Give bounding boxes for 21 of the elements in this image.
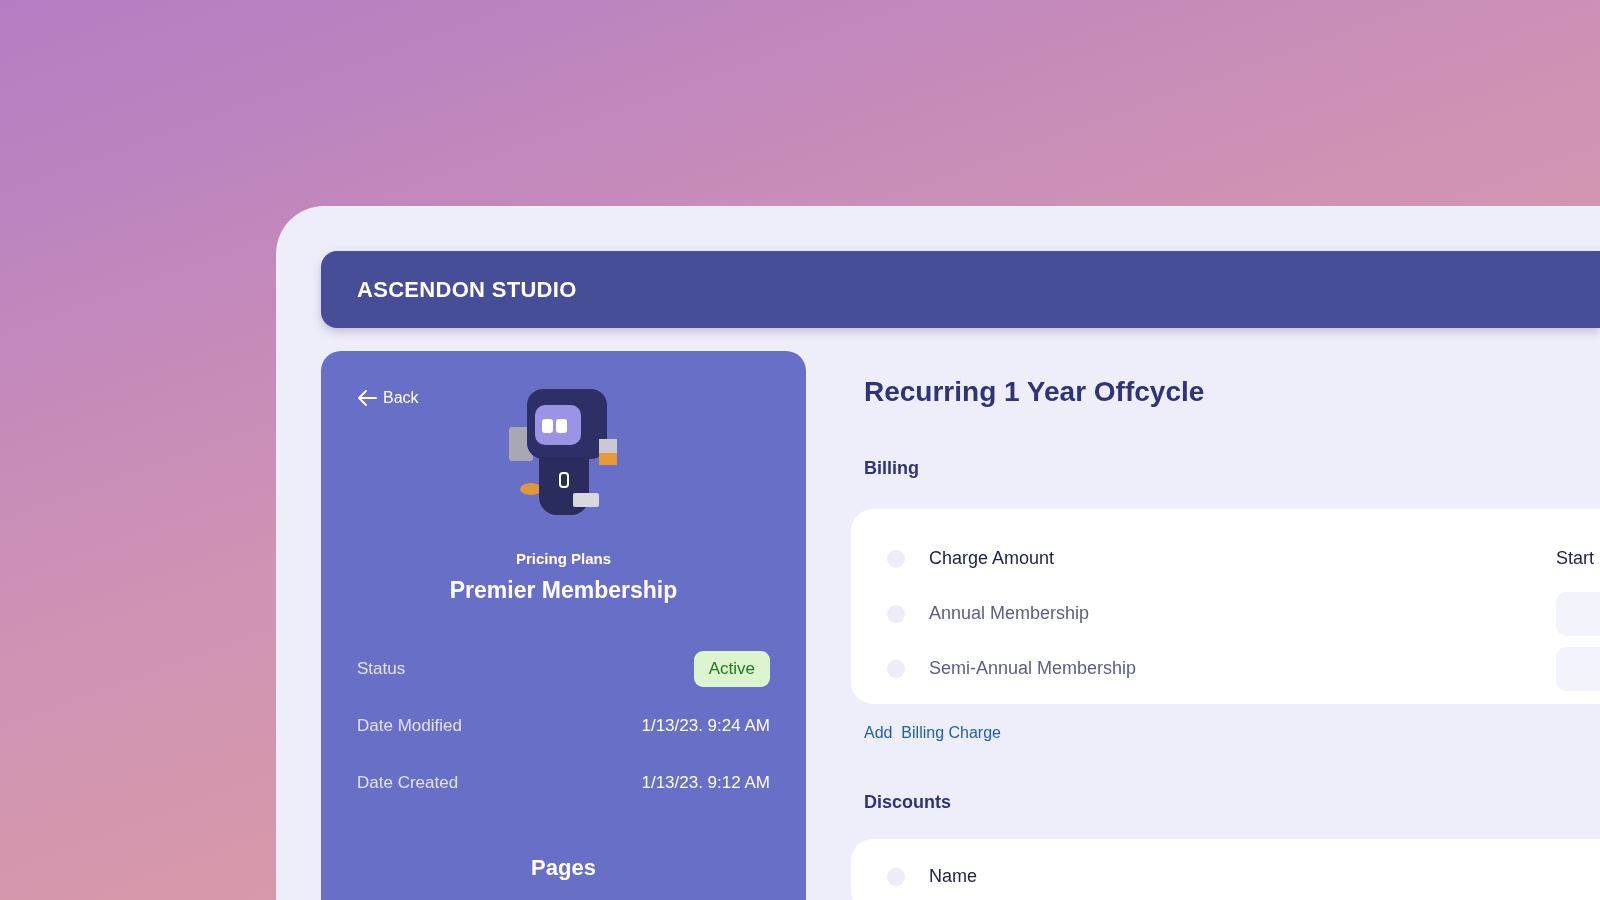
- detail-label: Status: [357, 658, 406, 679]
- back-arrow-icon: [357, 389, 377, 407]
- brand-name: ASCENDON STUDIO: [357, 276, 577, 303]
- charge-name: Semi-Annual Membership: [929, 658, 1138, 679]
- detail-label: Date Modified: [357, 715, 462, 736]
- section-heading: Billing: [864, 458, 920, 479]
- back-link[interactable]: Back: [357, 389, 419, 407]
- charge-name: Annual Membership: [929, 603, 1091, 624]
- column-header: Start: [1556, 548, 1594, 569]
- column-header: Charge Amount: [929, 548, 1056, 569]
- detail-label: Date Created: [357, 772, 459, 793]
- detail-value: 1/13/23. 9:12 AM: [641, 772, 770, 793]
- category-label: Pricing Plans: [514, 550, 612, 567]
- page-title: Recurring 1 Year Offcycle: [864, 376, 1206, 408]
- pages-heading: Pages: [530, 855, 597, 881]
- column-header: Name: [929, 866, 978, 887]
- section-heading: Discounts: [864, 792, 952, 813]
- plan-name: Premier Membership: [448, 577, 679, 604]
- status-badge: Active: [693, 650, 770, 687]
- add-link[interactable]: Add Billing Charge: [864, 724, 1001, 742]
- detail-value: 1/13/23. 9:24 AM: [641, 715, 770, 736]
